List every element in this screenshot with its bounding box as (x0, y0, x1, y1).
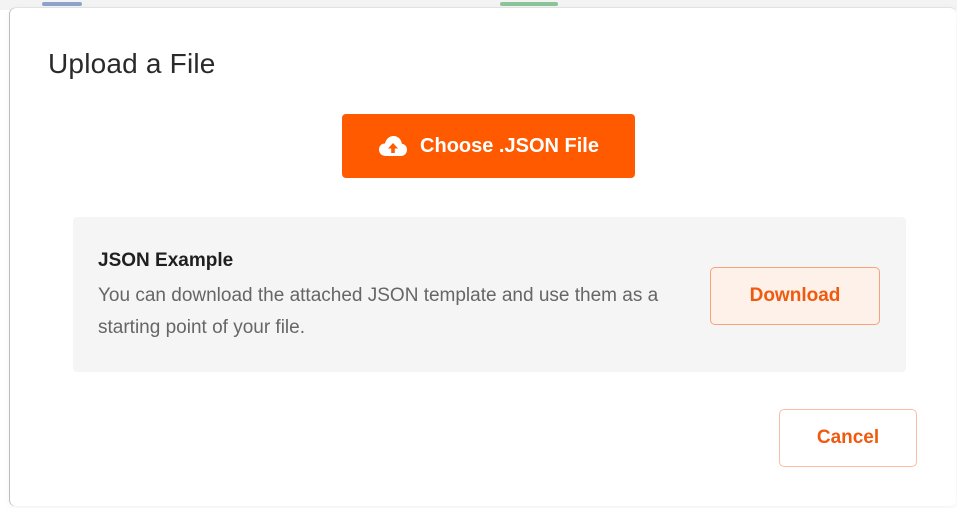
upload-file-dialog: Upload a File Choose .JSON File JSON Exa… (10, 8, 956, 506)
json-example-panel: JSON Example You can download the attach… (73, 217, 906, 372)
cloud-upload-icon (378, 135, 408, 157)
dialog-title: Upload a File (48, 48, 216, 79)
background-content-mark (500, 2, 558, 6)
background-content-mark (42, 2, 82, 6)
download-button[interactable]: Download (710, 267, 880, 325)
choose-json-file-button[interactable]: Choose .JSON File (342, 114, 635, 178)
json-example-title: JSON Example (98, 250, 234, 271)
choose-json-file-label: Choose .JSON File (420, 134, 599, 157)
json-example-description: You can download the attached JSON templ… (98, 285, 659, 338)
cancel-button[interactable]: Cancel (779, 409, 917, 467)
